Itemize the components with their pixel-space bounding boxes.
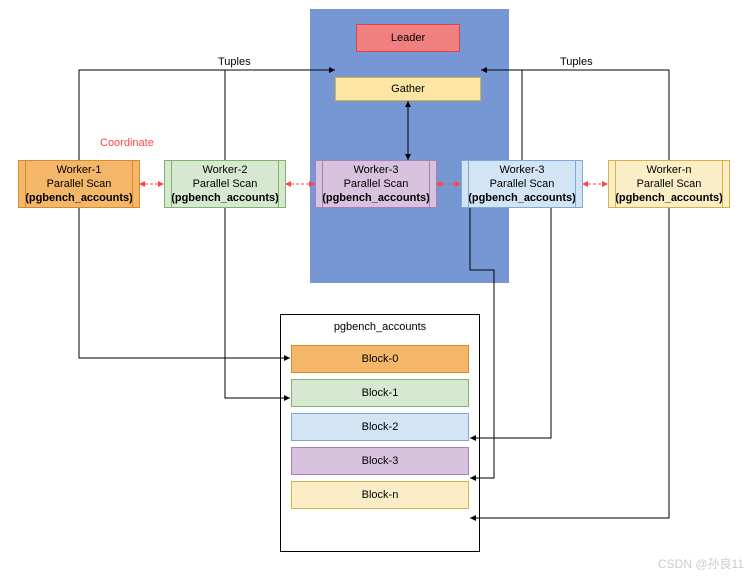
worker-2-table: (pgbench_accounts)	[171, 192, 279, 204]
worker-n-table: (pgbench_accounts)	[615, 192, 723, 204]
watermark: CSDN @孙良11	[658, 555, 744, 572]
worker-n-title: Worker-n	[646, 164, 691, 176]
worker-1-title: Worker-1	[56, 164, 101, 176]
block-1: Block-1	[291, 379, 469, 407]
tuples-right-label: Tuples	[560, 56, 593, 68]
accounts-table-title: pgbench_accounts	[281, 315, 479, 339]
worker-2-scan: Parallel Scan	[193, 178, 258, 190]
worker-n-scan: Parallel Scan	[637, 178, 702, 190]
worker-3b-scan: Parallel Scan	[490, 178, 555, 190]
worker-2-box: Worker-2 Parallel Scan (pgbench_accounts…	[164, 160, 286, 208]
leader-box: Leader	[356, 24, 460, 52]
gather-box: Gather	[335, 77, 481, 101]
worker-3-title: Worker-3	[353, 164, 398, 176]
worker-1-table: (pgbench_accounts)	[25, 192, 133, 204]
block-n: Block-n	[291, 481, 469, 509]
block-2: Block-2	[291, 413, 469, 441]
worker-2-title: Worker-2	[202, 164, 247, 176]
coordinate-label: Coordinate	[100, 137, 154, 149]
worker-3-box: Worker-3 Parallel Scan (pgbench_accounts…	[315, 160, 437, 208]
leader-label: Leader	[391, 31, 425, 45]
worker-3-scan: Parallel Scan	[344, 178, 409, 190]
accounts-table: pgbench_accounts Block-0 Block-1 Block-2…	[280, 314, 480, 552]
worker-3-table: (pgbench_accounts)	[322, 192, 430, 204]
worker-3b-table: (pgbench_accounts)	[468, 192, 576, 204]
tuples-left-label: Tuples	[218, 56, 251, 68]
block-0: Block-0	[291, 345, 469, 373]
worker-1-scan: Parallel Scan	[47, 178, 112, 190]
worker-3b-box: Worker-3 Parallel Scan (pgbench_accounts…	[461, 160, 583, 208]
worker-n-box: Worker-n Parallel Scan (pgbench_accounts…	[608, 160, 730, 208]
worker-3b-title: Worker-3	[499, 164, 544, 176]
gather-label: Gather	[391, 82, 425, 96]
block-3: Block-3	[291, 447, 469, 475]
worker-1-box: Worker-1 Parallel Scan (pgbench_accounts…	[18, 160, 140, 208]
